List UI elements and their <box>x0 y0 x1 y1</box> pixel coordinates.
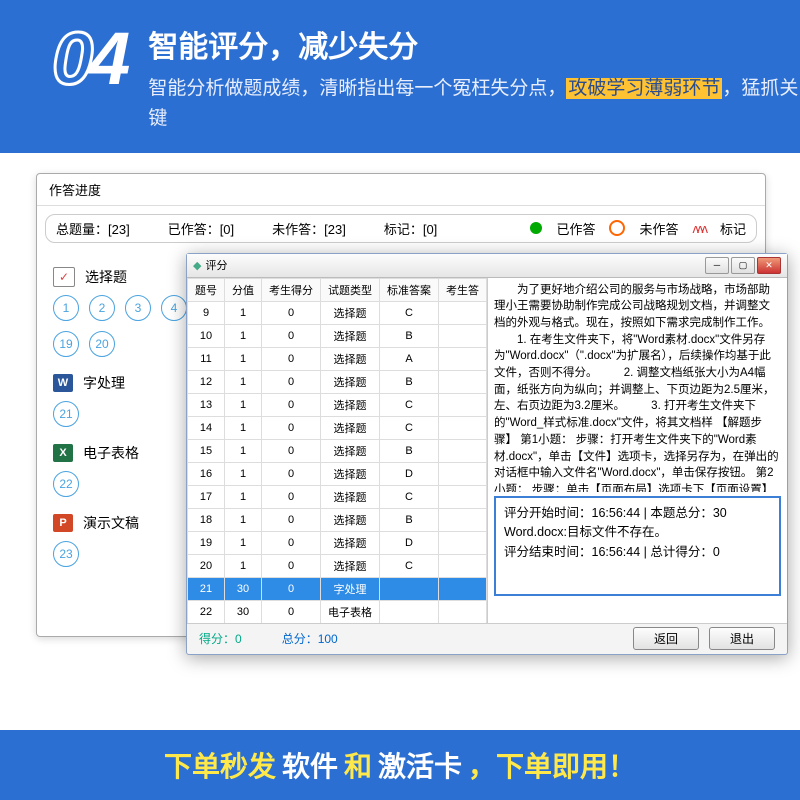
grid-row[interactable]: 1410选择题C <box>188 416 487 439</box>
dot-undone-icon <box>609 220 625 236</box>
score-window-icon: ◆ <box>193 259 201 272</box>
score-full: 总分：100 <box>282 630 338 647</box>
grid-row[interactable]: 1610选择题D <box>188 462 487 485</box>
question-bubble[interactable]: 2 <box>89 295 115 321</box>
question-bubble[interactable]: 19 <box>53 331 79 357</box>
result-box: 评分开始时间：16:56:44 | 本题总分：30 Word.docx:目标文件… <box>494 496 781 596</box>
grid-header: 考生答 <box>439 278 487 301</box>
grid-row[interactable]: 2010选择题C <box>188 554 487 577</box>
score-grid[interactable]: 题号分值考生得分试题类型标准答案考生答910选择题C1010选择题B1110选择… <box>187 278 488 623</box>
score-footer: 得分：0 总分：100 返回 退出 <box>187 623 787 654</box>
grid-row[interactable]: 1710选择题C <box>188 485 487 508</box>
question-bubble[interactable]: 4 <box>161 295 187 321</box>
grid-row[interactable]: 21300字处理 <box>188 577 487 600</box>
maximize-button[interactable]: ▢ <box>731 257 755 274</box>
question-bubble[interactable]: 21 <box>53 401 79 427</box>
ppt-icon: P <box>53 514 73 532</box>
grid-row[interactable]: 910选择题C <box>188 301 487 324</box>
excel-icon: X <box>53 444 73 462</box>
grid-row[interactable]: 1210选择题B <box>188 370 487 393</box>
score-window: ◆ 评分 ─ ▢ ✕ 题号分值考生得分试题类型标准答案考生答910选择题C101… <box>186 253 788 655</box>
cta-banner: 下单秒发软件和激活卡，下单即用！ <box>0 730 800 800</box>
grid-row[interactable]: 1810选择题B <box>188 508 487 531</box>
back-button[interactable]: 返回 <box>633 627 699 650</box>
stat-mark: 标记：[0] <box>384 219 437 238</box>
close-button[interactable]: ✕ <box>757 257 781 274</box>
grid-header: 考生得分 <box>262 278 321 301</box>
check-icon <box>53 267 75 287</box>
question-bubble[interactable]: 22 <box>53 471 79 497</box>
grid-row[interactable]: 1110选择题A <box>188 347 487 370</box>
stat-undone: 未作答：[23] <box>272 219 346 238</box>
dot-done-icon <box>530 222 542 234</box>
exit-button[interactable]: 退出 <box>709 627 775 650</box>
hero-title: 智能评分，减少失分 <box>148 22 800 66</box>
minimize-button[interactable]: ─ <box>705 257 729 274</box>
question-bubble[interactable]: 20 <box>89 331 115 357</box>
grid-header: 标准答案 <box>380 278 439 301</box>
grid-row[interactable]: 1910选择题D <box>188 531 487 554</box>
stats-bar: 总题量：[23] 已作答：[0] 未作答：[23] 标记：[0] 已作答 未作答… <box>45 214 757 243</box>
score-title: 评分 <box>205 257 227 273</box>
stat-total: 总题量：[23] <box>56 219 130 238</box>
titlebar: ◆ 评分 ─ ▢ ✕ <box>187 254 787 278</box>
grid-row[interactable]: 1510选择题B <box>188 439 487 462</box>
grid-row[interactable]: 1010选择题B <box>188 324 487 347</box>
grid-header: 分值 <box>225 278 262 301</box>
question-bubble[interactable]: 1 <box>53 295 79 321</box>
hero-banner: 04 智能评分，减少失分 智能分析做题成绩，清晰指出每一个冤枉失分点，攻破学习薄… <box>0 0 800 153</box>
grid-header: 试题类型 <box>321 278 380 301</box>
stat-done: 已作答：[0] <box>168 219 234 238</box>
score-got: 得分：0 <box>199 630 242 647</box>
grid-header: 题号 <box>188 278 225 301</box>
question-bubble[interactable]: 23 <box>53 541 79 567</box>
wavy-mark-icon: ᴧᴧᴧ <box>692 221 706 236</box>
grid-row[interactable]: 1310选择题C <box>188 393 487 416</box>
hero-desc: 智能分析做题成绩，清晰指出每一个冤枉失分点，攻破学习薄弱环节，猛抓关键 <box>148 74 800 135</box>
explanation-text: 为了更好地介绍公司的服务与市场战略，市场部助理小王需要协助制作完成公司战略规划文… <box>494 282 781 492</box>
word-icon: W <box>53 374 73 392</box>
hero-number: 04 <box>52 22 126 96</box>
question-bubble[interactable]: 3 <box>125 295 151 321</box>
grid-row[interactable]: 22300电子表格 <box>188 600 487 623</box>
progress-title: 作答进度 <box>37 174 765 206</box>
